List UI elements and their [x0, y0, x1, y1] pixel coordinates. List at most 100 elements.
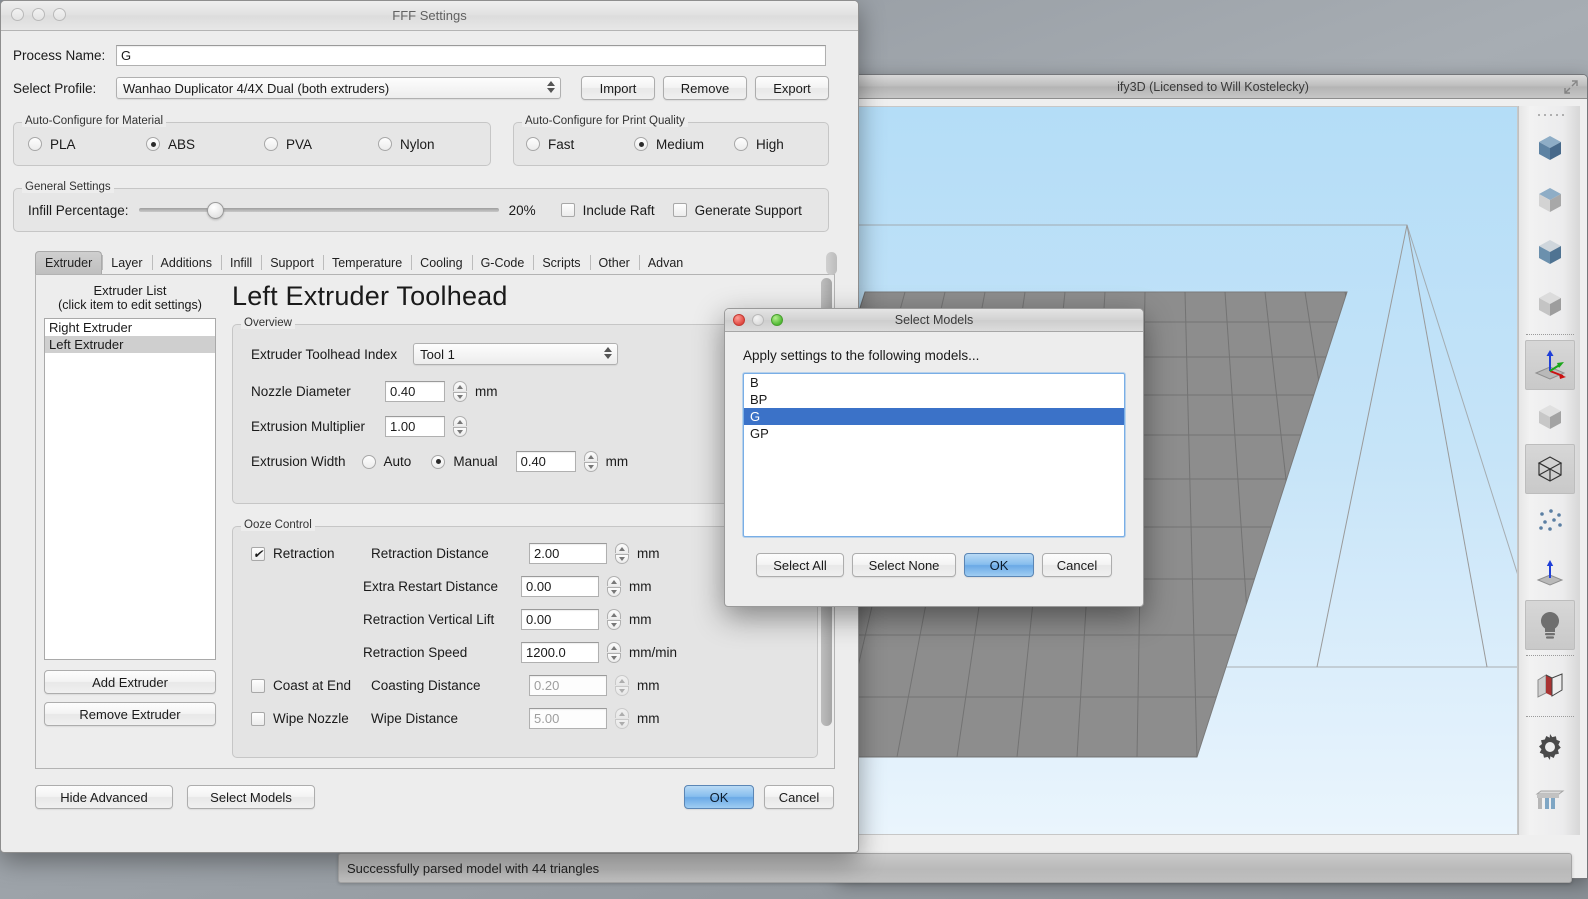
generate-support-checkbox[interactable]: ✔ Generate Support: [672, 203, 802, 218]
stepper-down[interactable]: [607, 620, 621, 630]
radio-extrusion-auto[interactable]: Auto: [361, 454, 411, 469]
cross-section-icon[interactable]: [1525, 661, 1575, 711]
select-profile-dropdown[interactable]: Wanhao Duplicator 4/4X Dual (both extrud…: [116, 77, 561, 99]
gear-icon[interactable]: [1525, 722, 1575, 772]
tab-extruder[interactable]: Extruder: [35, 251, 103, 274]
models-listbox[interactable]: B BP G GP: [743, 373, 1125, 537]
coasting-distance-input[interactable]: 0.20: [529, 675, 607, 696]
extra-restart-stepper[interactable]: [607, 576, 621, 597]
view-cube-gray-2[interactable]: [1525, 279, 1575, 329]
maximize-button[interactable]: [53, 8, 66, 21]
coasting-distance-stepper[interactable]: [615, 675, 629, 696]
wipe-distance-input[interactable]: 5.00: [529, 708, 607, 729]
tab-layer[interactable]: Layer: [102, 251, 151, 274]
cancel-button[interactable]: Cancel: [764, 785, 834, 809]
stepper-down[interactable]: [615, 686, 629, 696]
vertical-lift-input[interactable]: 0.00: [521, 609, 599, 630]
nozzle-diameter-input[interactable]: 0.40: [385, 381, 445, 402]
minimize-button[interactable]: [32, 8, 45, 21]
stepper-up[interactable]: [607, 642, 621, 652]
dialog-ok-button[interactable]: OK: [964, 553, 1034, 577]
retraction-distance-stepper[interactable]: [615, 543, 629, 564]
radio-extrusion-manual[interactable]: Manual: [431, 454, 498, 469]
retraction-speed-input[interactable]: 1200.0: [521, 642, 599, 663]
extra-restart-input[interactable]: 0.00: [521, 576, 599, 597]
select-models-button[interactable]: Select Models: [187, 785, 315, 809]
list-item[interactable]: Right Extruder: [45, 319, 215, 336]
stepper-down[interactable]: [615, 719, 629, 729]
import-button[interactable]: Import: [581, 76, 655, 100]
nozzle-diameter-stepper[interactable]: [453, 381, 467, 402]
extrusion-multiplier-input[interactable]: 1.00: [385, 416, 445, 437]
vertical-lift-stepper[interactable]: [607, 609, 621, 630]
expand-icon[interactable]: [1563, 79, 1579, 95]
axes-icon[interactable]: [1524, 340, 1575, 390]
tab-other[interactable]: Other: [589, 251, 639, 274]
remove-button[interactable]: Remove: [663, 76, 747, 100]
radio-abs[interactable]: ABS: [146, 137, 264, 152]
tab-gcode[interactable]: G-Code: [471, 251, 534, 274]
process-name-input[interactable]: G: [116, 45, 826, 66]
remove-extruder-button[interactable]: Remove Extruder: [44, 702, 216, 726]
radio-pva[interactable]: PVA: [264, 137, 378, 152]
radio-pla[interactable]: PLA: [28, 137, 146, 152]
stepper-up[interactable]: [607, 609, 621, 619]
minimize-button[interactable]: [752, 314, 764, 326]
retraction-checkbox[interactable]: ✔ Retraction: [251, 546, 363, 561]
slider-thumb[interactable]: [207, 201, 225, 219]
points-icon[interactable]: [1525, 496, 1575, 546]
list-item[interactable]: GP: [744, 425, 1124, 442]
list-item[interactable]: G: [744, 408, 1124, 425]
coast-at-end-checkbox[interactable]: ✔ Coast at End: [251, 678, 363, 693]
infill-percentage-slider[interactable]: [138, 200, 499, 220]
list-item[interactable]: BP: [744, 391, 1124, 408]
radio-high[interactable]: High: [734, 137, 784, 152]
retraction-distance-input[interactable]: 2.00: [529, 543, 607, 564]
stepper-up[interactable]: [453, 416, 467, 426]
extrusion-multiplier-stepper[interactable]: [453, 416, 467, 437]
support-structure-icon[interactable]: [1525, 774, 1575, 824]
export-button[interactable]: Export: [755, 76, 829, 100]
tab-cooling[interactable]: Cooling: [411, 251, 471, 274]
stepper-down[interactable]: [615, 554, 629, 564]
stepper-down[interactable]: [607, 653, 621, 663]
include-raft-checkbox[interactable]: ✔ Include Raft: [560, 203, 655, 218]
toolhead-index-dropdown[interactable]: Tool 1: [413, 343, 619, 365]
hide-advanced-button[interactable]: Hide Advanced: [35, 785, 173, 809]
radio-nylon[interactable]: Nylon: [378, 137, 435, 152]
tabstrip-scrollbar[interactable]: [826, 252, 837, 275]
add-extruder-button[interactable]: Add Extruder: [44, 670, 216, 694]
view-cube-gray-1[interactable]: [1525, 175, 1575, 225]
stepper-up[interactable]: [583, 451, 598, 461]
toolstrip-grip[interactable]: [1535, 112, 1564, 118]
retraction-speed-stepper[interactable]: [607, 642, 621, 663]
list-item[interactable]: Left Extruder: [45, 336, 215, 353]
ok-button[interactable]: OK: [684, 785, 754, 809]
tab-temperature[interactable]: Temperature: [322, 251, 411, 274]
view-cube-blue-2[interactable]: [1525, 227, 1575, 277]
lightbulb-icon[interactable]: [1524, 600, 1575, 650]
tab-additions[interactable]: Additions: [151, 251, 221, 274]
stepper-down[interactable]: [453, 427, 467, 437]
cube-wireframe-icon[interactable]: [1524, 444, 1575, 494]
wipe-distance-stepper[interactable]: [615, 708, 629, 729]
view-cube-blue-1[interactable]: [1525, 123, 1575, 173]
radio-medium[interactable]: Medium: [634, 137, 734, 152]
radio-fast[interactable]: Fast: [526, 137, 634, 152]
normal-arrow-icon[interactable]: [1525, 548, 1575, 598]
stepper-up[interactable]: [615, 708, 629, 718]
extrusion-width-stepper[interactable]: [583, 451, 598, 472]
tab-scripts[interactable]: Scripts: [533, 251, 589, 274]
tab-support[interactable]: Support: [261, 251, 323, 274]
select-all-button[interactable]: Select All: [756, 553, 844, 577]
cube-solid-icon[interactable]: [1525, 392, 1575, 442]
maximize-button[interactable]: [771, 314, 783, 326]
extrusion-width-input[interactable]: 0.40: [515, 451, 576, 472]
stepper-up[interactable]: [615, 675, 629, 685]
wipe-nozzle-checkbox[interactable]: ✔ Wipe Nozzle: [251, 711, 363, 726]
stepper-down[interactable]: [453, 392, 467, 402]
select-none-button[interactable]: Select None: [852, 553, 956, 577]
close-button[interactable]: [11, 8, 24, 21]
dialog-cancel-button[interactable]: Cancel: [1042, 553, 1112, 577]
tab-infill[interactable]: Infill: [220, 251, 261, 274]
